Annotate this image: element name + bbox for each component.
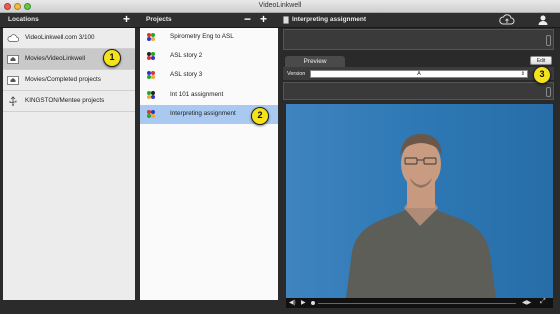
scrubber-handle[interactable]	[311, 301, 315, 305]
notes-field[interactable]	[283, 29, 554, 50]
project-label: Spirometry Eng to ASL	[170, 33, 234, 40]
scroll-stepper-icon[interactable]	[546, 87, 551, 97]
location-label: KINGSTON/Mentee projects	[25, 97, 105, 104]
play-icon[interactable]: ▶	[301, 299, 306, 306]
usb-icon	[9, 96, 17, 106]
project-item[interactable]: ASL story 2	[140, 47, 278, 66]
location-item-movies-completed[interactable]: Movies/Completed projects	[3, 70, 135, 91]
video-controls: ◀) ▶ ◀▶ ⤢	[286, 298, 553, 308]
header-bar: Locations + Projects − + Interpreting as…	[0, 13, 560, 28]
project-label: ASL story 3	[170, 71, 203, 78]
volume-icon[interactable]: ◀▶	[522, 299, 531, 306]
location-item-cloud[interactable]: VideoLinkwell.com 3/100	[3, 28, 135, 49]
project-label: Interpreting assignment	[170, 110, 236, 117]
volume-icon[interactable]: ◀)	[289, 299, 296, 306]
project-icon	[147, 52, 155, 60]
project-icon	[147, 71, 155, 79]
progress-track[interactable]	[318, 302, 516, 304]
remove-project-button[interactable]: −	[244, 13, 251, 26]
window-title: VideoLinkwell	[258, 2, 302, 9]
location-item-kingston[interactable]: KINGSTON/Mentee projects	[3, 91, 135, 112]
project-icon	[147, 110, 155, 118]
projects-header: Projects	[146, 16, 172, 23]
project-label: Int 101 assignment	[170, 91, 224, 98]
project-item[interactable]: ASL story 3	[140, 66, 278, 85]
project-label: ASL story 2	[170, 52, 203, 59]
fullscreen-icon[interactable]: ⤢	[540, 298, 546, 306]
updown-arrows-icon: ⇕	[520, 71, 525, 77]
edit-button[interactable]: Edit	[530, 56, 552, 65]
bottom-bar	[0, 300, 280, 314]
document-icon	[283, 16, 289, 24]
locations-panel: VideoLinkwell.com 3/100 Movies/VideoLink…	[3, 28, 135, 300]
projects-panel: Spirometry Eng to ASL ASL story 2 ASL st…	[140, 28, 278, 300]
add-location-button[interactable]: +	[123, 13, 130, 26]
tab-preview[interactable]: Preview	[285, 56, 345, 67]
video-frame-image	[286, 104, 553, 298]
callout-3: 3	[533, 66, 551, 84]
home-folder-icon	[7, 55, 19, 64]
project-item[interactable]: Spirometry Eng to ASL	[140, 28, 278, 47]
add-project-button[interactable]: +	[260, 13, 267, 26]
callout-2: 2	[251, 107, 269, 125]
location-label: Movies/Completed projects	[25, 76, 101, 83]
assignment-title: Interpreting assignment	[292, 16, 367, 23]
cloud-upload-icon[interactable]	[499, 14, 515, 26]
project-icon	[147, 33, 155, 41]
home-folder-icon	[7, 76, 19, 85]
version-select[interactable]: A ⇕	[310, 70, 528, 78]
comment-field[interactable]	[283, 82, 554, 100]
location-label: Movies/VideoLinkwell	[25, 55, 86, 62]
locations-header: Locations	[8, 16, 39, 23]
cloud-icon	[7, 34, 19, 42]
callout-1: 1	[103, 49, 121, 67]
scroll-stepper-icon[interactable]	[546, 35, 551, 46]
video-preview[interactable]	[286, 104, 553, 298]
version-value: A	[417, 71, 421, 77]
location-label: VideoLinkwell.com 3/100	[25, 34, 95, 41]
version-label: Version	[287, 71, 306, 77]
project-icon	[147, 91, 155, 99]
window-titlebar: VideoLinkwell	[0, 0, 560, 13]
project-item[interactable]: Int 101 assignment	[140, 86, 278, 105]
user-icon[interactable]	[537, 14, 549, 26]
